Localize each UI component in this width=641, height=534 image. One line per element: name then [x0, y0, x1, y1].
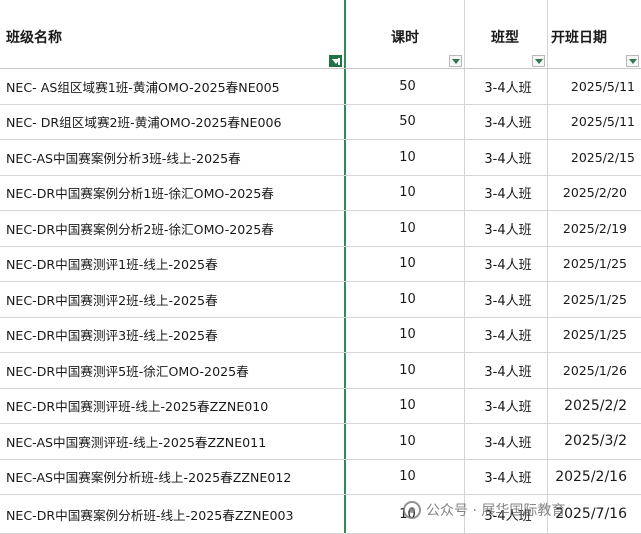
table-row[interactable]: NEC-DR中国赛测评5班-徐汇OMO-2025春 10 3-4人班 2025/…	[0, 353, 641, 389]
header-label-date: 开班日期	[551, 30, 607, 46]
cell-start-date[interactable]: 2025/1/25	[548, 282, 641, 317]
header-cell-type[interactable]: 班型	[465, 0, 548, 68]
cell-class-name[interactable]: NEC-DR中国赛案例分析2班-徐汇OMO-2025春	[0, 211, 346, 246]
cell-class-name[interactable]: NEC-AS中国赛案例分析3班-线上-2025春	[0, 140, 346, 175]
header-cell-date[interactable]: 开班日期	[548, 0, 641, 68]
cell-hours[interactable]: 10	[346, 459, 465, 494]
cell-start-date[interactable]: 2025/3/2	[548, 424, 641, 459]
cell-hours[interactable]: 10	[346, 211, 465, 246]
cell-class-name[interactable]: NEC-DR中国赛测评5班-徐汇OMO-2025春	[0, 353, 346, 388]
cell-class-type[interactable]: 3-4人班	[465, 175, 548, 210]
header-label-type: 班型	[491, 30, 519, 46]
cell-hours[interactable]: 10	[346, 246, 465, 281]
cell-class-name[interactable]: NEC-DR中国赛测评2班-线上-2025春	[0, 282, 346, 317]
cell-class-type[interactable]: 3-4人班	[465, 140, 548, 175]
table-row[interactable]: NEC-DR中国赛测评2班-线上-2025春 10 3-4人班 2025/1/2…	[0, 282, 641, 318]
header-label-name: 班级名称	[6, 30, 62, 46]
cell-class-type[interactable]: 3-4人班	[465, 353, 548, 388]
watermark: 公众号 · 展华国际教育	[403, 498, 565, 522]
wechat-logo-icon	[403, 501, 421, 519]
cell-class-name[interactable]: NEC-DR中国赛案例分析1班-徐汇OMO-2025春	[0, 175, 346, 210]
table-row[interactable]: NEC-AS中国赛测评班-线上-2025春ZZNE011 10 3-4人班 20…	[0, 424, 641, 460]
cell-hours[interactable]: 10	[346, 353, 465, 388]
cell-class-type[interactable]: 3-4人班	[465, 246, 548, 281]
cell-start-date[interactable]: 2025/2/16	[548, 460, 641, 495]
cell-class-name[interactable]: NEC-DR中国赛案例分析班-线上-2025春ZZNE003	[0, 495, 346, 533]
cell-class-type[interactable]: 3-4人班	[465, 282, 548, 317]
spreadsheet: 班级名称 课时 班型 开班日期 NEC- AS组区域赛1班-黄浦OMO-2025…	[0, 0, 641, 534]
cell-start-date[interactable]: 2025/1/25	[548, 318, 641, 353]
cell-start-date[interactable]: 2025/1/25	[548, 247, 641, 282]
cell-class-name[interactable]: NEC- AS组区域赛1班-黄浦OMO-2025春NE005	[0, 69, 346, 104]
table-row[interactable]: NEC-AS中国赛案例分析班-线上-2025春ZZNE012 10 3-4人班 …	[0, 459, 641, 495]
cell-hours[interactable]: 50	[346, 104, 465, 139]
watermark-text: 公众号 · 展华国际教育	[426, 503, 566, 519]
table-row[interactable]: NEC-DR中国赛测评班-线上-2025春ZZNE010 10 3-4人班 20…	[0, 388, 641, 424]
cell-hours[interactable]: 50	[346, 69, 465, 104]
filter-dropdown-icon[interactable]	[626, 55, 639, 67]
header-row: 班级名称 课时 班型 开班日期	[0, 0, 641, 69]
cell-class-name[interactable]: NEC-DR中国赛测评3班-线上-2025春	[0, 317, 346, 352]
cell-class-type[interactable]: 3-4人班	[465, 388, 548, 423]
cell-start-date[interactable]: 2025/2/20	[548, 176, 641, 211]
header-cell-hours[interactable]: 课时	[346, 0, 465, 68]
cell-class-name[interactable]: NEC- DR组区域赛2班-黄浦OMO-2025春NE006	[0, 104, 346, 139]
header-cell-name[interactable]: 班级名称	[0, 0, 346, 68]
filter-active-icon[interactable]	[329, 55, 342, 67]
header-label-hours: 课时	[391, 30, 419, 46]
table-row[interactable]: NEC-DR中国赛测评1班-线上-2025春 10 3-4人班 2025/1/2…	[0, 246, 641, 282]
cell-class-name[interactable]: NEC-DR中国赛测评1班-线上-2025春	[0, 246, 346, 281]
cell-start-date[interactable]: 2025/5/11	[548, 69, 641, 104]
table-row[interactable]: NEC-DR中国赛案例分析2班-徐汇OMO-2025春 10 3-4人班 202…	[0, 211, 641, 247]
cell-class-type[interactable]: 3-4人班	[465, 317, 548, 352]
cell-hours[interactable]: 10	[346, 317, 465, 352]
cell-start-date[interactable]: 2025/5/11	[548, 105, 641, 140]
cell-class-type[interactable]: 3-4人班	[465, 211, 548, 246]
cell-class-name[interactable]: NEC-AS中国赛测评班-线上-2025春ZZNE011	[0, 424, 346, 459]
cell-hours[interactable]: 10	[346, 140, 465, 175]
cell-start-date[interactable]: 2025/2/19	[548, 211, 641, 246]
cell-start-date[interactable]: 2025/2/2	[548, 389, 641, 424]
table-row[interactable]: NEC- DR组区域赛2班-黄浦OMO-2025春NE006 50 3-4人班 …	[0, 104, 641, 140]
cell-hours[interactable]: 10	[346, 388, 465, 423]
filter-dropdown-icon[interactable]	[449, 55, 462, 67]
cell-class-type[interactable]: 3-4人班	[465, 459, 548, 494]
cell-class-type[interactable]: 3-4人班	[465, 69, 548, 104]
table-row[interactable]: NEC-AS中国赛案例分析3班-线上-2025春 10 3-4人班 2025/2…	[0, 140, 641, 176]
cell-start-date[interactable]: 2025/2/15	[548, 140, 641, 175]
cell-start-date[interactable]: 2025/1/26	[548, 353, 641, 388]
table-row[interactable]: NEC- AS组区域赛1班-黄浦OMO-2025春NE005 50 3-4人班 …	[0, 69, 641, 105]
cell-hours[interactable]: 10	[346, 282, 465, 317]
cell-hours[interactable]: 10	[346, 175, 465, 210]
cell-class-name[interactable]: NEC-DR中国赛测评班-线上-2025春ZZNE010	[0, 388, 346, 423]
cell-hours[interactable]: 10	[346, 424, 465, 459]
cell-class-type[interactable]: 3-4人班	[465, 424, 548, 459]
table-row[interactable]: NEC-DR中国赛案例分析1班-徐汇OMO-2025春 10 3-4人班 202…	[0, 175, 641, 211]
cell-class-type[interactable]: 3-4人班	[465, 104, 548, 139]
table-row[interactable]: NEC-DR中国赛测评3班-线上-2025春 10 3-4人班 2025/1/2…	[0, 317, 641, 353]
cell-class-name[interactable]: NEC-AS中国赛案例分析班-线上-2025春ZZNE012	[0, 459, 346, 494]
filter-dropdown-icon[interactable]	[532, 55, 545, 67]
